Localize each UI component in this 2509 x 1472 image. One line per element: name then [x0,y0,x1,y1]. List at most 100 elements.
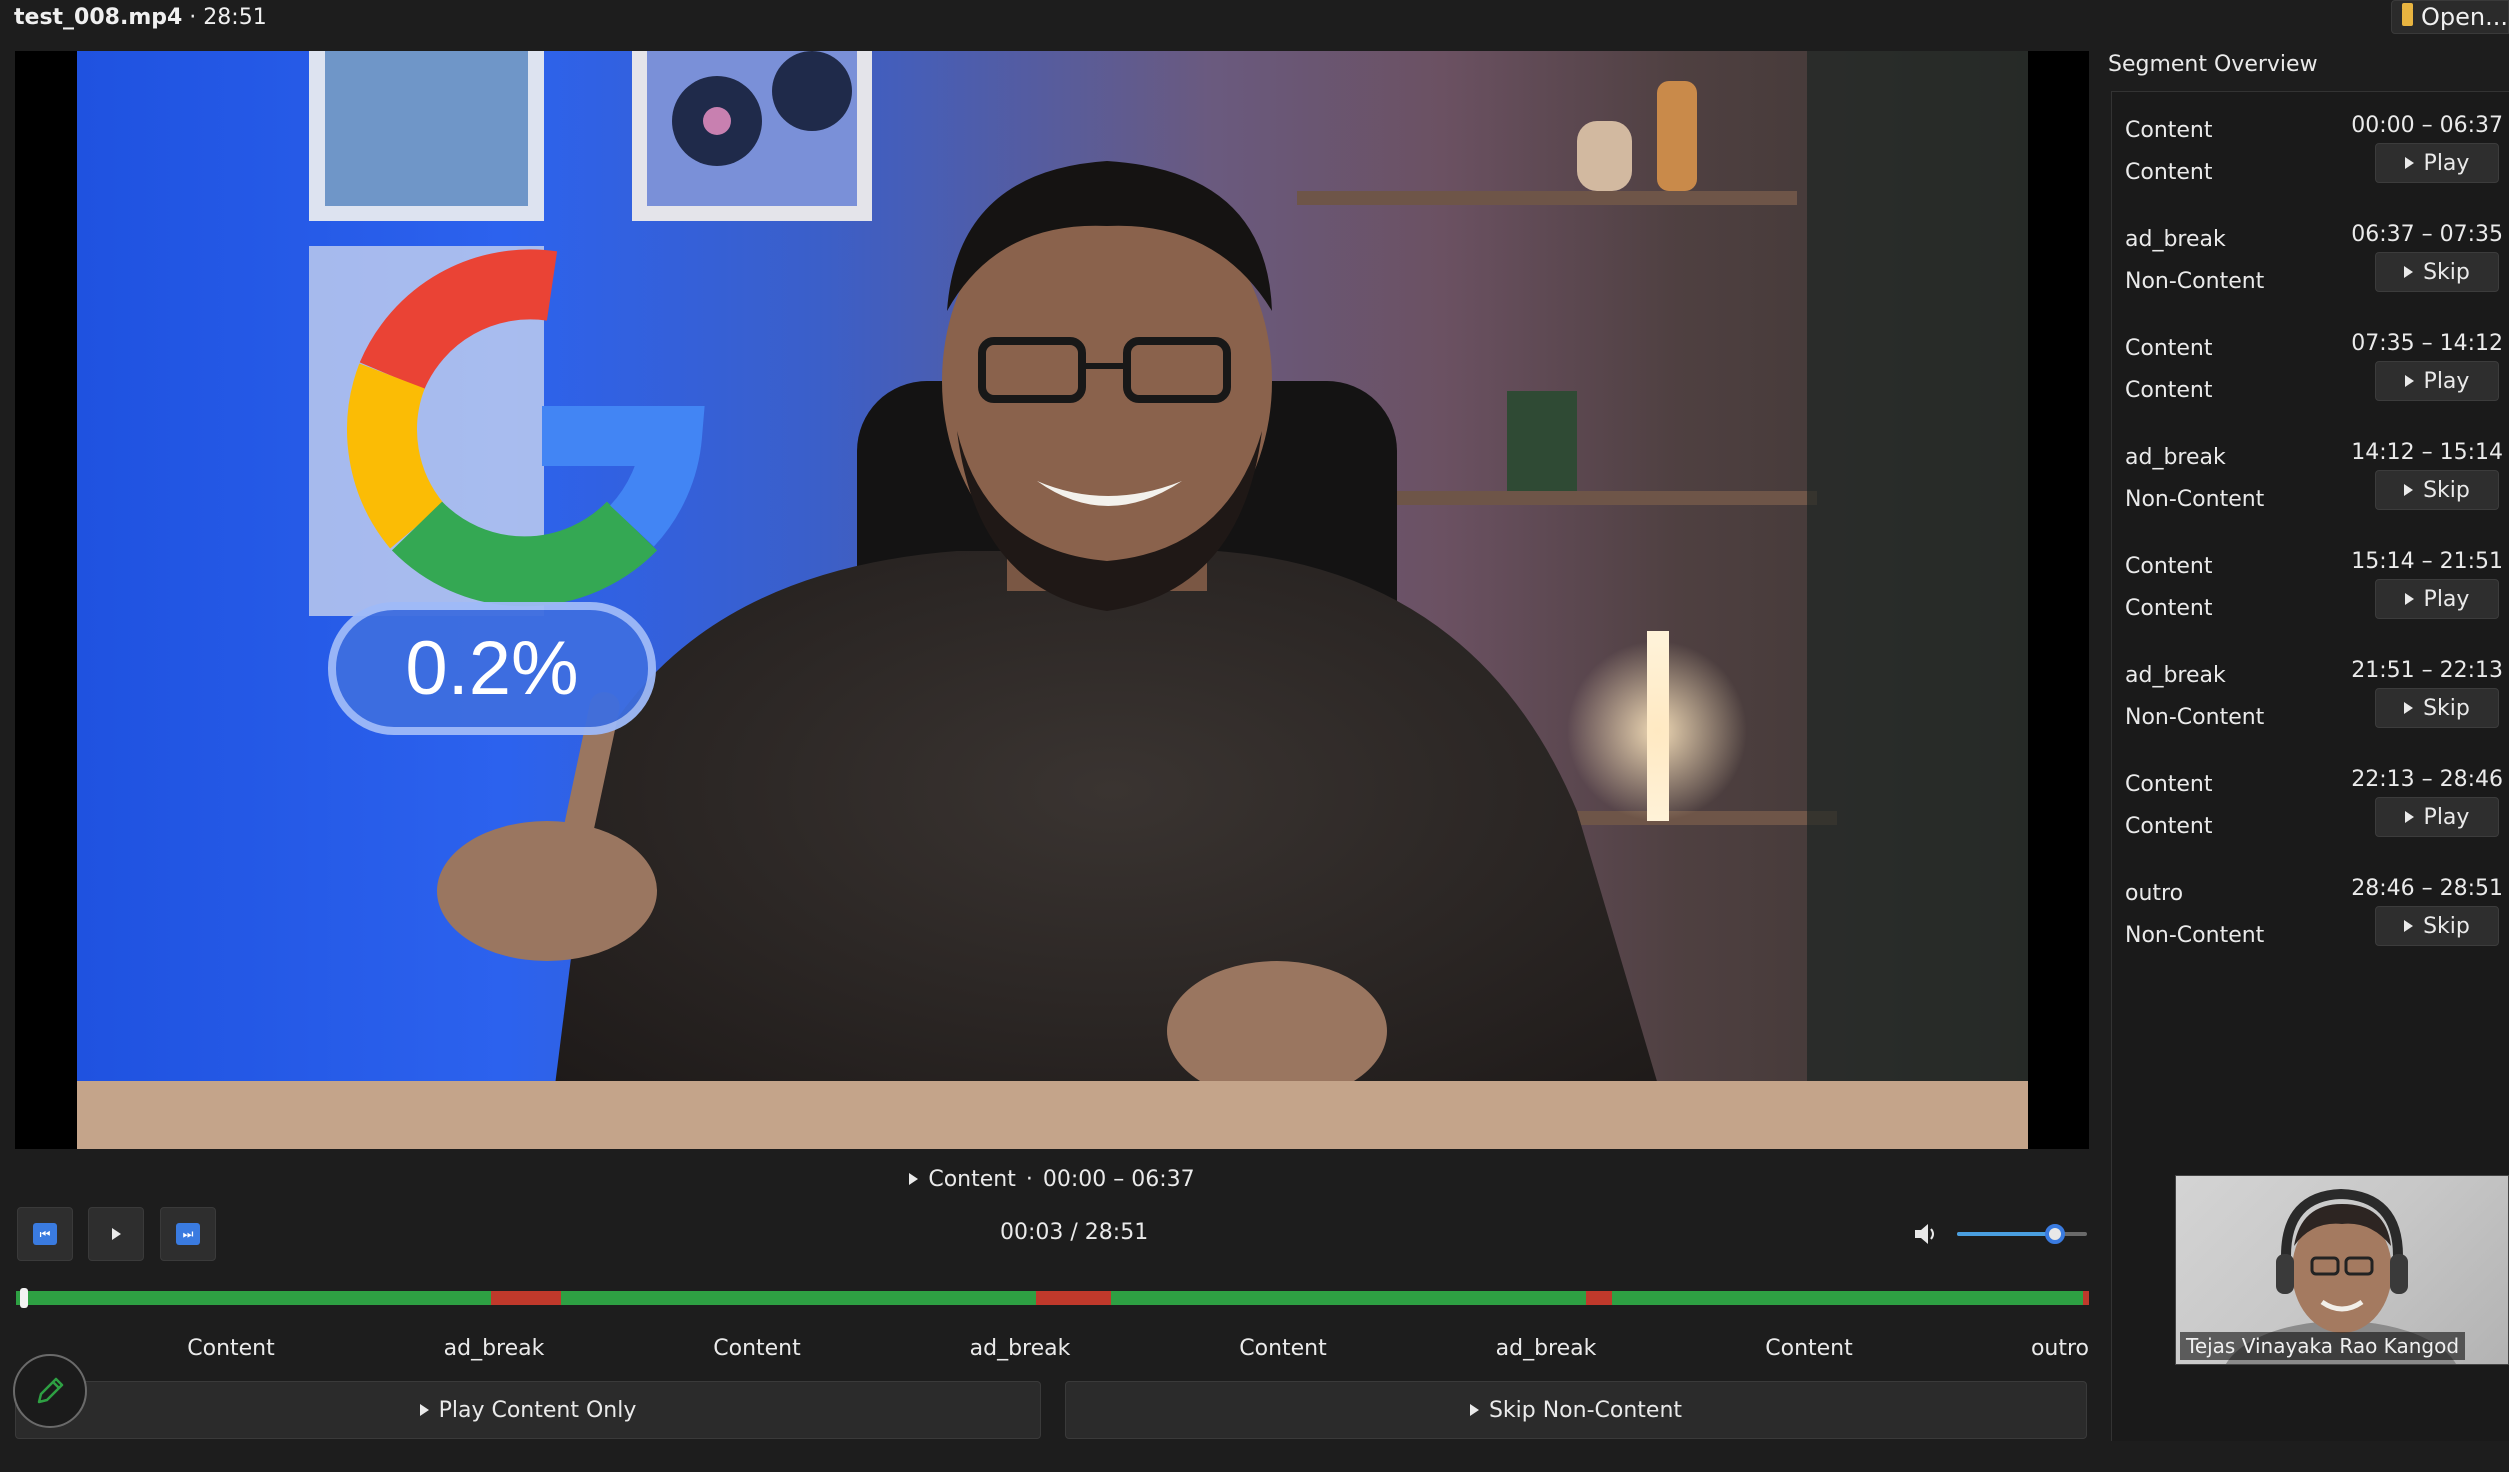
segment-row: outro Non-Content 28:46 – 28:51 Skip [2125,866,2509,976]
transport-controls: ⏮ ⏭ 00:03 / 28:51 [15,1204,2089,1266]
segment-row-label: ad_break [2125,227,2226,252]
segment-row-label: outro [2125,881,2184,906]
segment-row-label: Content [2125,554,2213,579]
segment-skip-button[interactable]: Skip [2375,470,2499,510]
segment-row-range: 06:37 – 07:35 [2351,222,2503,247]
segment-row-kind: Content [2125,378,2213,403]
timeline-segment[interactable] [2082,1291,2089,1305]
timeline-labels: Content ad_break Content ad_break Content ad_… [16,1336,2089,1368]
skip-non-content-button[interactable]: Skip Non-Content [1065,1381,2087,1439]
timeline-segment[interactable] [1585,1291,1613,1305]
timeline-segment[interactable] [16,1291,492,1305]
file-duration: 28:51 [203,5,267,30]
play-icon [2404,157,2414,169]
playhead[interactable] [20,1288,28,1308]
segment-action-label: Play [2423,150,2470,176]
timeline-segment-label: Content [713,1336,801,1361]
caption-separator: · [1025,1166,1033,1192]
play-icon [2404,920,2414,932]
skip-back-icon: ⏮ [33,1223,57,1245]
timeline-segment-label: ad_break [443,1336,545,1361]
segment-skip-button[interactable]: Skip [2375,252,2499,292]
time-readout: 00:03 / 28:51 [1000,1220,1149,1245]
edit-button[interactable] [13,1354,87,1428]
timeline-segment[interactable] [491,1291,561,1305]
segment-row-kind: Content [2125,814,2213,839]
segment-row-kind: Non-Content [2125,269,2265,294]
folder-icon [2402,3,2413,26]
title-separator: · [182,5,204,30]
previous-segment-button[interactable]: ⏮ [17,1207,73,1261]
open-file-button[interactable]: Open... [2391,0,2509,34]
play-icon [2404,484,2414,496]
play-content-only-button[interactable]: Play Content Only [15,1381,1041,1439]
volume-fill [1957,1232,2055,1236]
segment-skip-button[interactable]: Skip [2375,906,2499,946]
segment-play-button[interactable]: Play [2375,143,2499,183]
timeline-segment-label: Content [187,1336,275,1361]
segment-action-label: Skip [2423,695,2470,721]
skip-forward-icon: ⏭ [176,1223,200,1245]
timeline-segment[interactable] [1036,1291,1111,1305]
segment-row-label: Content [2125,772,2213,797]
segment-action-label: Skip [2423,259,2470,285]
segment-action-label: Skip [2423,477,2470,503]
play-icon [909,1173,919,1185]
title-bar: test_008.mp4 · 28:51 Open... [0,0,2509,38]
play-icon [2404,375,2414,387]
segment-row: Content Content 15:14 – 21:51 Play [2125,539,2509,649]
play-icon [2404,811,2414,823]
segment-action-label: Skip [2423,913,2470,939]
video-player[interactable]: 0.2% [15,51,2089,1149]
current-segment-label: Content [928,1166,1016,1192]
file-name: test_008.mp4 [14,5,183,30]
segment-row-range: 00:00 – 06:37 [2351,113,2503,138]
current-segment-caption: Content · 00:00 – 06:37 [15,1158,2089,1200]
video-frame[interactable]: 0.2% [77,51,2028,1149]
play-icon [2404,702,2414,714]
current-segment-range: 00:00 – 06:37 [1042,1166,1195,1192]
segment-row-label: Content [2125,118,2213,143]
panel-title: Segment Overview [2108,52,2318,77]
play-icon [2404,266,2414,278]
segment-row: ad_break Non-Content 21:51 – 22:13 Skip [2125,648,2509,758]
segment-row-range: 15:14 – 21:51 [2351,549,2503,574]
segment-row-kind: Non-Content [2125,705,2265,730]
timeline-segment-label: Content [1765,1336,1853,1361]
segment-row-range: 22:13 – 28:46 [2351,767,2503,792]
next-segment-button[interactable]: ⏭ [160,1207,216,1261]
window-title: test_008.mp4 · 28:51 [14,2,267,34]
segment-row: Content Content 07:35 – 14:12 Play [2125,321,2509,431]
segment-row-range: 28:46 – 28:51 [2351,876,2503,901]
timeline-segment[interactable] [1612,1291,2083,1305]
play-icon [111,1228,121,1240]
segment-action-label: Play [2423,586,2470,612]
segment-timeline[interactable] [16,1291,2089,1305]
play-icon [2404,593,2414,605]
timeline-segment[interactable] [1110,1291,1586,1305]
timeline-segment[interactable] [560,1291,1037,1305]
pencil-icon [37,1377,64,1404]
segment-play-button[interactable]: Play [2375,579,2499,619]
timeline-segment-label: ad_break [1495,1336,1597,1361]
participant-name: Tejas Vinayaka Rao Kangod [2180,1332,2466,1360]
segment-row: Content Content 00:00 – 06:37 Play [2125,103,2509,213]
speaker-icon[interactable] [1913,1222,1939,1246]
segment-row-kind: Non-Content [2125,923,2265,948]
timeline-segment-label: outro [2030,1336,2089,1361]
segment-action-label: Play [2423,368,2470,394]
segment-play-button[interactable]: Play [2375,797,2499,837]
segment-action-label: Play [2423,804,2470,830]
segment-row-kind: Content [2125,596,2213,621]
volume-thumb[interactable] [2044,1224,2065,1244]
segment-row: ad_break Non-Content 06:37 – 07:35 Skip [2125,212,2509,322]
segment-play-button[interactable]: Play [2375,361,2499,401]
segment-row-kind: Content [2125,160,2213,185]
video-overlay-text: 0.2% [405,626,579,711]
volume-slider[interactable] [1957,1224,2087,1244]
segment-row-label: ad_break [2125,663,2226,688]
segment-skip-button[interactable]: Skip [2375,688,2499,728]
segment-row-range: 07:35 – 14:12 [2351,331,2503,356]
segment-row: Content Content 22:13 – 28:46 Play [2125,757,2509,867]
play-pause-button[interactable] [88,1207,144,1261]
